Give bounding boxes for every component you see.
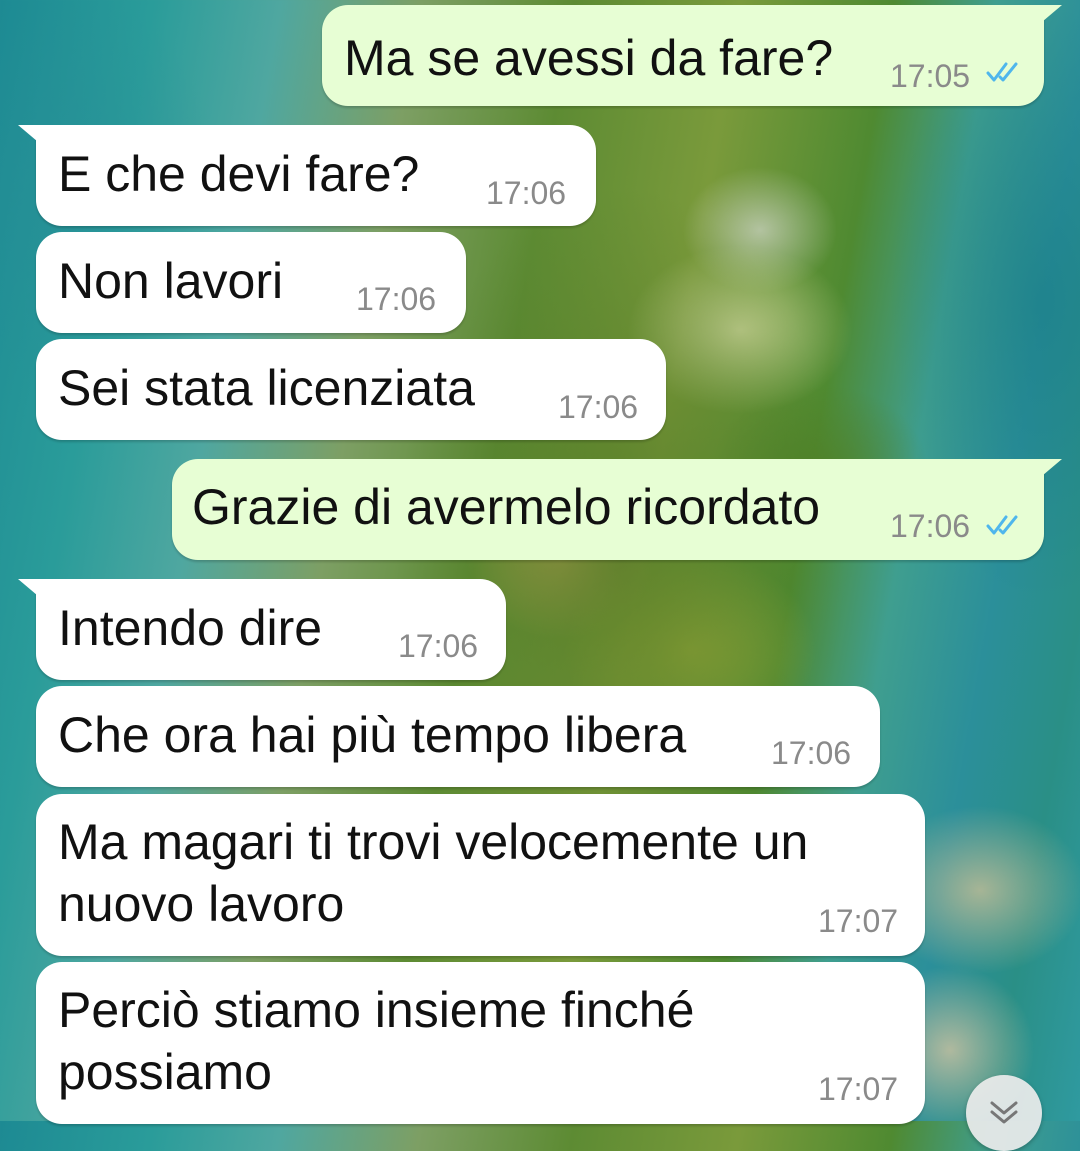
incoming-message[interactable]: Sei stata licenziata 17:06 (36, 339, 666, 440)
message-time: 17:06 (398, 628, 479, 664)
outgoing-message[interactable]: Ma se avessi da fare? 17:05 (322, 5, 1062, 106)
message-text: Sei stata licenziata (58, 360, 475, 416)
message-time: 17:06 (771, 735, 852, 771)
incoming-message[interactable]: Perciò stiamo insieme finché possiamo 17… (36, 962, 925, 1124)
double-check-icon (986, 62, 1018, 82)
message-text: Perciò stiamo insieme finché possiamo (58, 982, 709, 1100)
message-text: Grazie di avermelo ricordato (192, 479, 821, 535)
message-text: Non lavori (58, 253, 284, 309)
message-list[interactable]: Ma se avessi da fare? 17:05 E che devi f… (0, 0, 1080, 1124)
scroll-to-bottom-button[interactable] (966, 1075, 1042, 1151)
message-text: Ma se avessi da fare? (344, 30, 834, 86)
message-time: 17:06 (486, 175, 567, 211)
incoming-message[interactable]: Intendo dire 17:06 (18, 579, 506, 680)
message-text: Intendo dire (58, 600, 323, 656)
message-time: 17:06 (558, 389, 639, 425)
message-time: 17:05 (890, 58, 971, 94)
double-check-icon (986, 515, 1018, 535)
message-text: Ma magari ti trovi velocemente un nuovo … (58, 814, 823, 932)
incoming-message[interactable]: Che ora hai più tempo libera 17:06 (36, 686, 880, 787)
outgoing-message[interactable]: Grazie di avermelo ricordato 17:06 (172, 459, 1062, 560)
message-time: 17:06 (890, 508, 971, 544)
incoming-message[interactable]: Ma magari ti trovi velocemente un nuovo … (36, 794, 925, 956)
message-text: Che ora hai più tempo libera (58, 707, 687, 763)
message-time: 17:06 (356, 281, 437, 317)
incoming-message[interactable]: E che devi fare? 17:06 (18, 125, 596, 226)
message-text: E che devi fare? (58, 146, 420, 202)
chevron-double-down-icon (990, 1101, 1018, 1124)
incoming-message[interactable]: Non lavori 17:06 (36, 232, 466, 333)
message-time: 17:07 (818, 903, 899, 939)
message-time: 17:07 (818, 1071, 899, 1107)
